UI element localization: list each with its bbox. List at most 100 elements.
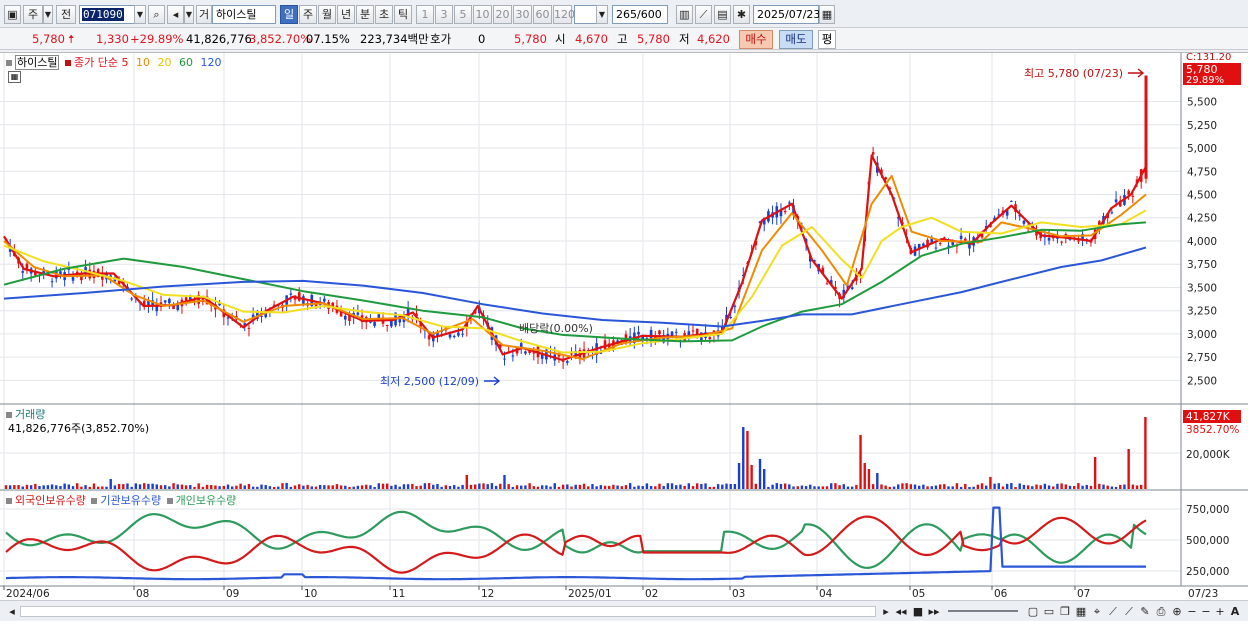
eval-button[interactable]: 평 — [818, 30, 836, 49]
pen-icon[interactable]: ✎ — [1138, 604, 1152, 619]
settings-gear-icon[interactable]: ✱ — [733, 5, 750, 24]
period-tick[interactable]: 틱 — [394, 5, 412, 24]
period-day[interactable]: 일 — [280, 5, 298, 24]
price-legend-name[interactable]: 하이스틸 — [15, 55, 60, 70]
whole-button[interactable]: 전 — [56, 5, 76, 24]
volume-bar — [34, 483, 37, 489]
minus-icon[interactable]: − — [1186, 604, 1198, 619]
candle-body — [168, 298, 171, 304]
speaker-icon[interactable]: ◂ — [167, 5, 184, 24]
volume-bar — [662, 485, 665, 489]
horizontal-scrollbar[interactable] — [20, 606, 876, 617]
institution-holding-label[interactable]: 기관보유수량 — [100, 494, 161, 507]
zoom-slider[interactable] — [948, 610, 1018, 612]
volume-bar — [423, 483, 427, 489]
save-icon[interactable]: ▤ — [714, 5, 731, 24]
volume-bar — [1144, 417, 1147, 489]
data-count-field[interactable]: 265/600 — [612, 5, 668, 24]
date-field[interactable]: 2025/07/23 — [753, 5, 820, 24]
interval-1[interactable]: 1 — [416, 5, 434, 24]
period-week[interactable]: 주 — [299, 5, 317, 24]
buy-button[interactable]: 매수 — [739, 30, 773, 49]
draw-tool-icon[interactable]: ⟋ — [1122, 604, 1136, 619]
search-icon[interactable]: ⌕ — [148, 5, 165, 24]
scroll-left-icon[interactable]: ◂ — [6, 604, 18, 619]
volume-bar — [612, 484, 615, 489]
date-axis: 2024/06 08 09 10 11 12 2025/01 02 03 04 05 06 07 — [3, 586, 1090, 600]
interval-60[interactable]: 60 — [533, 5, 552, 24]
volume-bar — [193, 486, 196, 489]
interval-5[interactable]: 5 — [454, 5, 472, 24]
stock-chart-window: ▣ 주 ▼ 전 071090 ▼ ⌕ ◂ ▼ 거 하이스틸 일 주 월 년 분 … — [0, 0, 1248, 621]
foreign-holding-label[interactable]: 외국인보유수량 — [15, 494, 86, 507]
volume-bar — [754, 483, 758, 489]
interval-3[interactable]: 3 — [435, 5, 453, 24]
period-month[interactable]: 월 — [318, 5, 336, 24]
calendar-icon[interactable]: ▦ — [819, 5, 835, 24]
market-select[interactable]: 주 — [23, 5, 43, 24]
candle-body — [373, 322, 376, 326]
interval-10[interactable]: 10 — [473, 5, 492, 24]
font-size-icon[interactable]: A — [1228, 604, 1242, 619]
volume-bar — [130, 486, 133, 489]
price-axis-label: 4,250 — [1187, 213, 1217, 225]
volume-bar — [767, 486, 770, 489]
grid-icon[interactable]: ▦ — [1074, 604, 1088, 619]
volume-bar — [1047, 485, 1051, 489]
volume-bar — [712, 486, 716, 489]
rewind-icon[interactable]: ◂◂ — [894, 604, 908, 619]
volume-bar — [813, 486, 816, 489]
volume-bar — [335, 484, 339, 489]
code-dropdown-icon[interactable]: ▼ — [134, 5, 146, 24]
sell-button[interactable]: 매도 — [779, 30, 813, 49]
print-icon[interactable]: ⎙ — [1154, 604, 1168, 619]
ma-legend-label[interactable]: 종가 단순 — [74, 56, 118, 69]
volume-bar — [570, 486, 573, 489]
interval-dropdown-icon[interactable]: ▼ — [596, 5, 608, 24]
stock-name-field[interactable]: 하이스틸 — [212, 5, 276, 24]
period-year[interactable]: 년 — [337, 5, 355, 24]
candle-body — [674, 331, 678, 333]
crosshair-icon[interactable]: ⌖ — [1090, 604, 1104, 619]
grid-toggle-icon[interactable]: ▦ — [8, 71, 21, 83]
candle-body — [385, 324, 389, 326]
stock-code-input[interactable]: 071090 — [79, 5, 135, 24]
candle-type-icon[interactable]: ▥ — [676, 5, 693, 24]
minus-icon-2[interactable]: − — [1200, 604, 1212, 619]
volume-bar — [608, 485, 611, 489]
volume-bar — [55, 485, 58, 489]
speaker-dropdown-icon[interactable]: ▼ — [184, 5, 194, 24]
individual-holding-label[interactable]: 개인보유수량 — [176, 494, 237, 507]
plus-icon[interactable]: + — [1214, 604, 1226, 619]
fast-forward-icon[interactable]: ▸▸ — [927, 604, 941, 619]
zoom-in-icon[interactable]: ⊕ — [1170, 604, 1184, 619]
volume-bar — [1022, 484, 1026, 489]
volume-bar — [285, 483, 288, 489]
split-icon[interactable]: ▭ — [1042, 604, 1056, 619]
window-menu-icon[interactable]: ▣ — [4, 5, 21, 24]
chevron-down-icon[interactable]: ▼ — [43, 5, 53, 24]
interval-20[interactable]: 20 — [493, 5, 512, 24]
volume-bar — [561, 484, 565, 489]
copy-icon[interactable]: ❐ — [1058, 604, 1072, 619]
volume-bar — [1039, 485, 1042, 489]
interval-30[interactable]: 30 — [513, 5, 532, 24]
up-arrow-icon: 🠅 — [68, 32, 75, 46]
volume-bar — [951, 486, 954, 489]
price-chart-svg[interactable]: 5,500 5,250 5,000 4,750 4,500 4,250 4,000 3,750… — [0, 52, 1248, 601]
layout-icon[interactable]: ▢ — [1026, 604, 1040, 619]
stop-icon[interactable]: ■ — [911, 604, 925, 619]
volume-bar — [402, 484, 406, 489]
volume-last-pct: 3852.70% — [1186, 424, 1239, 436]
interval-120[interactable]: 120 — [553, 5, 575, 24]
dividend-annotation: 배당락(0.00%) — [519, 322, 593, 335]
volume-bar — [591, 484, 594, 489]
period-minute[interactable]: 분 — [356, 5, 374, 24]
volume-bar — [750, 465, 753, 489]
period-second[interactable]: 초 — [375, 5, 393, 24]
scroll-right-icon[interactable]: ▸ — [880, 604, 892, 619]
holding-axis-3: 250,000 — [1186, 566, 1229, 578]
trend-tool-icon[interactable]: ⟋ — [695, 5, 712, 24]
exchange-label[interactable]: 거 — [196, 5, 212, 24]
draw-line-icon[interactable]: ⟋ — [1106, 604, 1120, 619]
